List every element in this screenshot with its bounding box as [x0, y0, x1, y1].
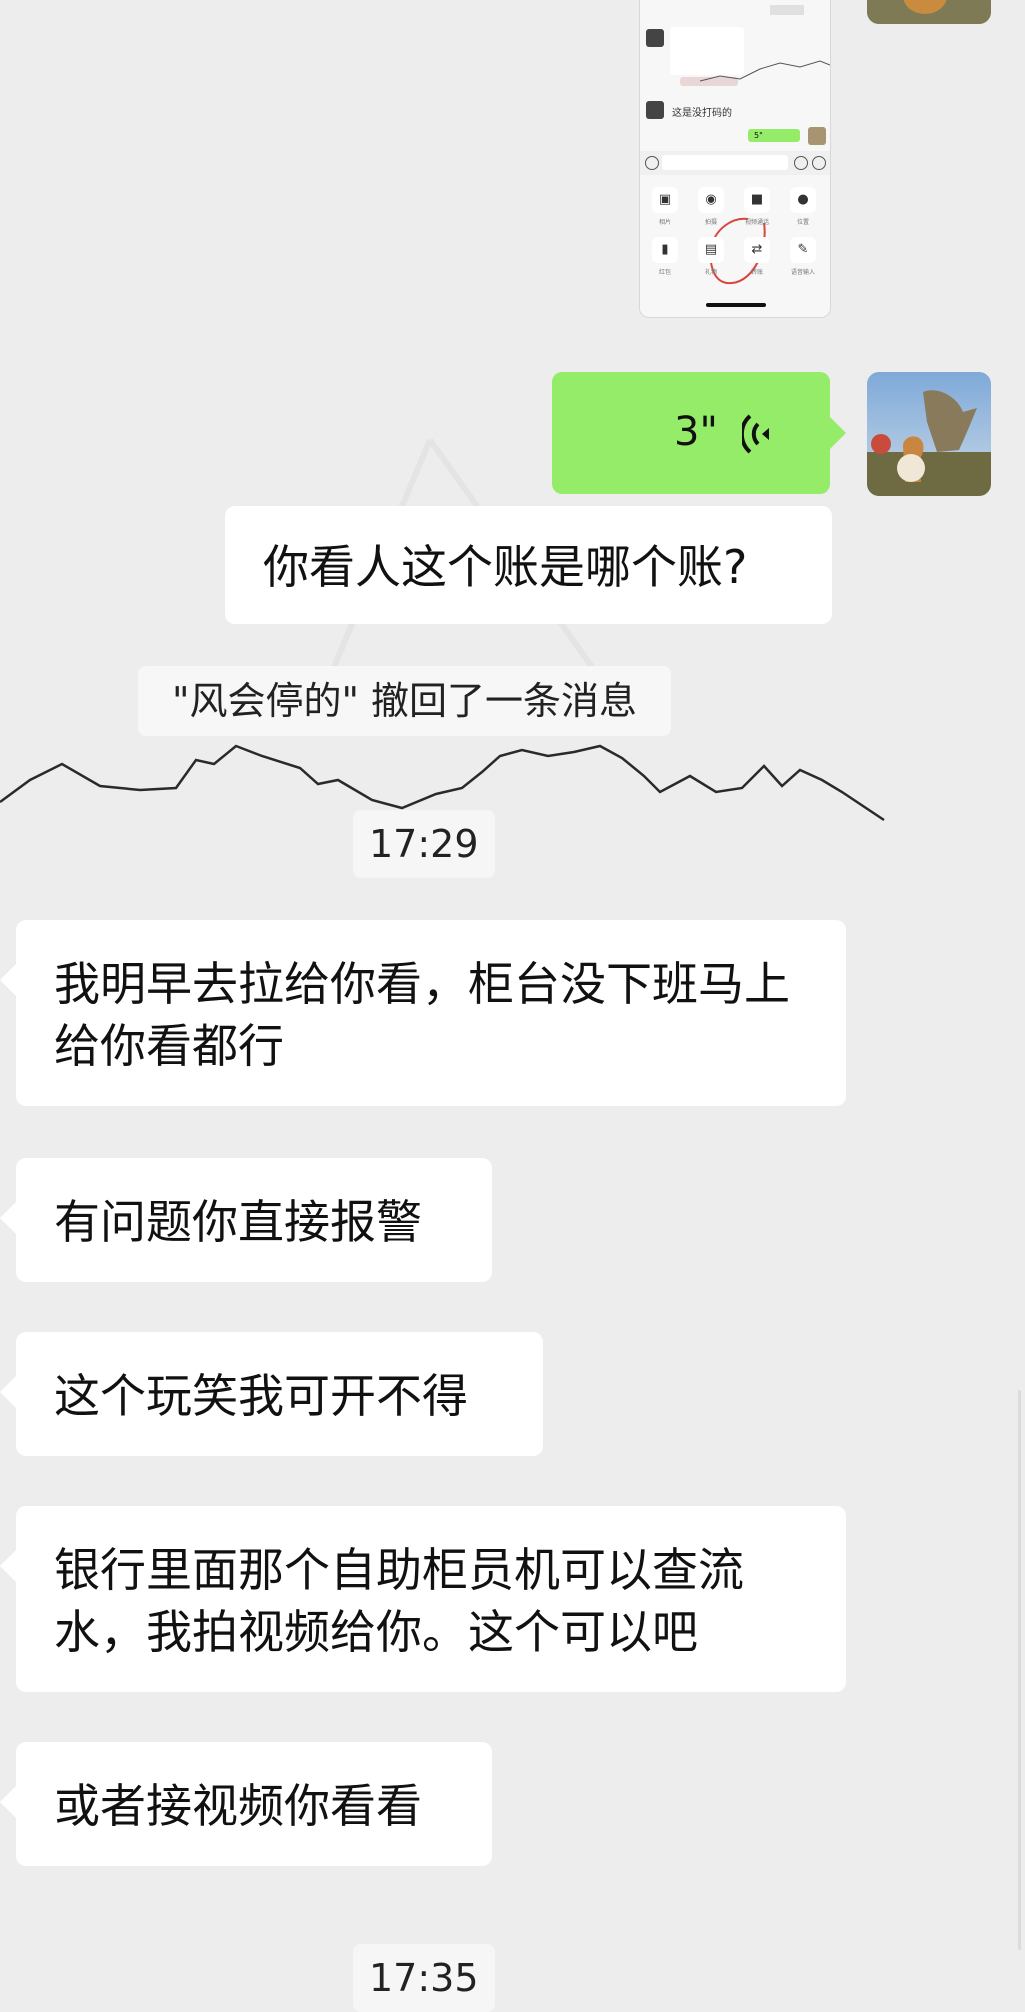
mini-home-indicator — [706, 303, 766, 307]
mini-plus-icon — [812, 156, 826, 170]
timestamp: 17:35 — [353, 1944, 495, 2012]
dog-photo — [867, 0, 991, 24]
mini-line-text: 这是没打码的 — [672, 108, 732, 119]
mini-avatar — [646, 29, 664, 47]
mini-mountain-sketch — [700, 60, 830, 82]
chat-screen: 这是没打码的 5" ▣ 相片 ◉ 拍摄 ■ 视频通话 ● 位置 ▮ 红包 ▤ 礼物 ⇄ 转账 ✎ 语音输入 3… — [0, 0, 1025, 2012]
voice-wave-icon — [742, 414, 769, 454]
avatar-self-top[interactable] — [867, 0, 991, 24]
message-text: 或者接视频你看看 — [54, 1779, 422, 1833]
avatar-self[interactable] — [867, 372, 991, 496]
mini-avatar — [646, 101, 664, 119]
mini-tool-label: 转账 — [750, 269, 763, 276]
mini-tool-label: 相片 — [658, 219, 671, 226]
voice-duration: 3" — [674, 409, 718, 455]
mini-tool-label: 拍摄 — [704, 219, 717, 226]
message-text: 有问题你直接报警 — [54, 1195, 422, 1249]
red-packet-icon[interactable]: ▮ — [652, 237, 678, 263]
message-text: 这个玩笑我可开不得 — [54, 1369, 468, 1423]
mini-voice-toggle-icon — [645, 156, 659, 170]
voice-input-icon[interactable]: ✎ — [790, 237, 816, 263]
mini-top-label — [770, 5, 804, 15]
location-icon[interactable]: ● — [790, 187, 816, 213]
recall-notice: "风会停的" 撤回了一条消息 — [138, 666, 672, 736]
mini-tool-label: 视频通话 — [744, 219, 769, 226]
message-text: 银行里面那个自助柜员机可以查流水，我拍视频给你。这个可以吧 — [54, 1543, 744, 1659]
gift-icon[interactable]: ▤ — [698, 237, 724, 263]
mini-self-avatar — [808, 127, 826, 145]
incoming-message[interactable]: 我明早去拉给你看，柜台没下班马上给你看都行 — [0, 920, 846, 1106]
mini-emoji-icon — [794, 156, 808, 170]
message-text: 你看人这个账是哪个账? — [263, 540, 748, 594]
image-icon[interactable]: ▣ — [652, 187, 678, 213]
mini-tool-label: 红包 — [658, 269, 671, 276]
mountain-sketch — [0, 744, 885, 822]
mini-text-field — [662, 155, 788, 170]
dog-photo — [867, 372, 991, 496]
message-bubble-question[interactable]: 你看人这个账是哪个账? — [225, 506, 832, 624]
message-text: 我明早去拉给你看，柜台没下班马上给你看都行 — [54, 957, 790, 1073]
scrollbar[interactable] — [1018, 1390, 1021, 1950]
video-call-icon[interactable]: ■ — [744, 187, 770, 213]
voice-message-bubble[interactable]: 3" — [552, 372, 846, 494]
incoming-message[interactable]: 或者接视频你看看 — [0, 1742, 492, 1866]
mini-tool-label: 位置 — [796, 219, 809, 226]
camera-icon[interactable]: ◉ — [698, 187, 724, 213]
mini-tool-label: 语音输入 — [790, 269, 815, 276]
mini-tool-label: 礼物 — [704, 269, 717, 276]
mini-voice-bubble: 5" — [748, 129, 800, 142]
mini-input-bar — [640, 151, 830, 175]
incoming-message[interactable]: 这个玩笑我可开不得 — [0, 1332, 543, 1456]
transfer-icon[interactable]: ⇄ — [744, 237, 770, 263]
incoming-message[interactable]: 银行里面那个自助柜员机可以查流水，我拍视频给你。这个可以吧 — [0, 1506, 846, 1692]
incoming-message[interactable]: 有问题你直接报警 — [0, 1158, 492, 1282]
embedded-screenshot[interactable]: 这是没打码的 5" ▣ 相片 ◉ 拍摄 ■ 视频通话 ● 位置 ▮ 红包 ▤ 礼物 ⇄ 转账 ✎ 语音输入 — [639, 0, 831, 318]
timestamp: 17:29 — [353, 810, 495, 878]
